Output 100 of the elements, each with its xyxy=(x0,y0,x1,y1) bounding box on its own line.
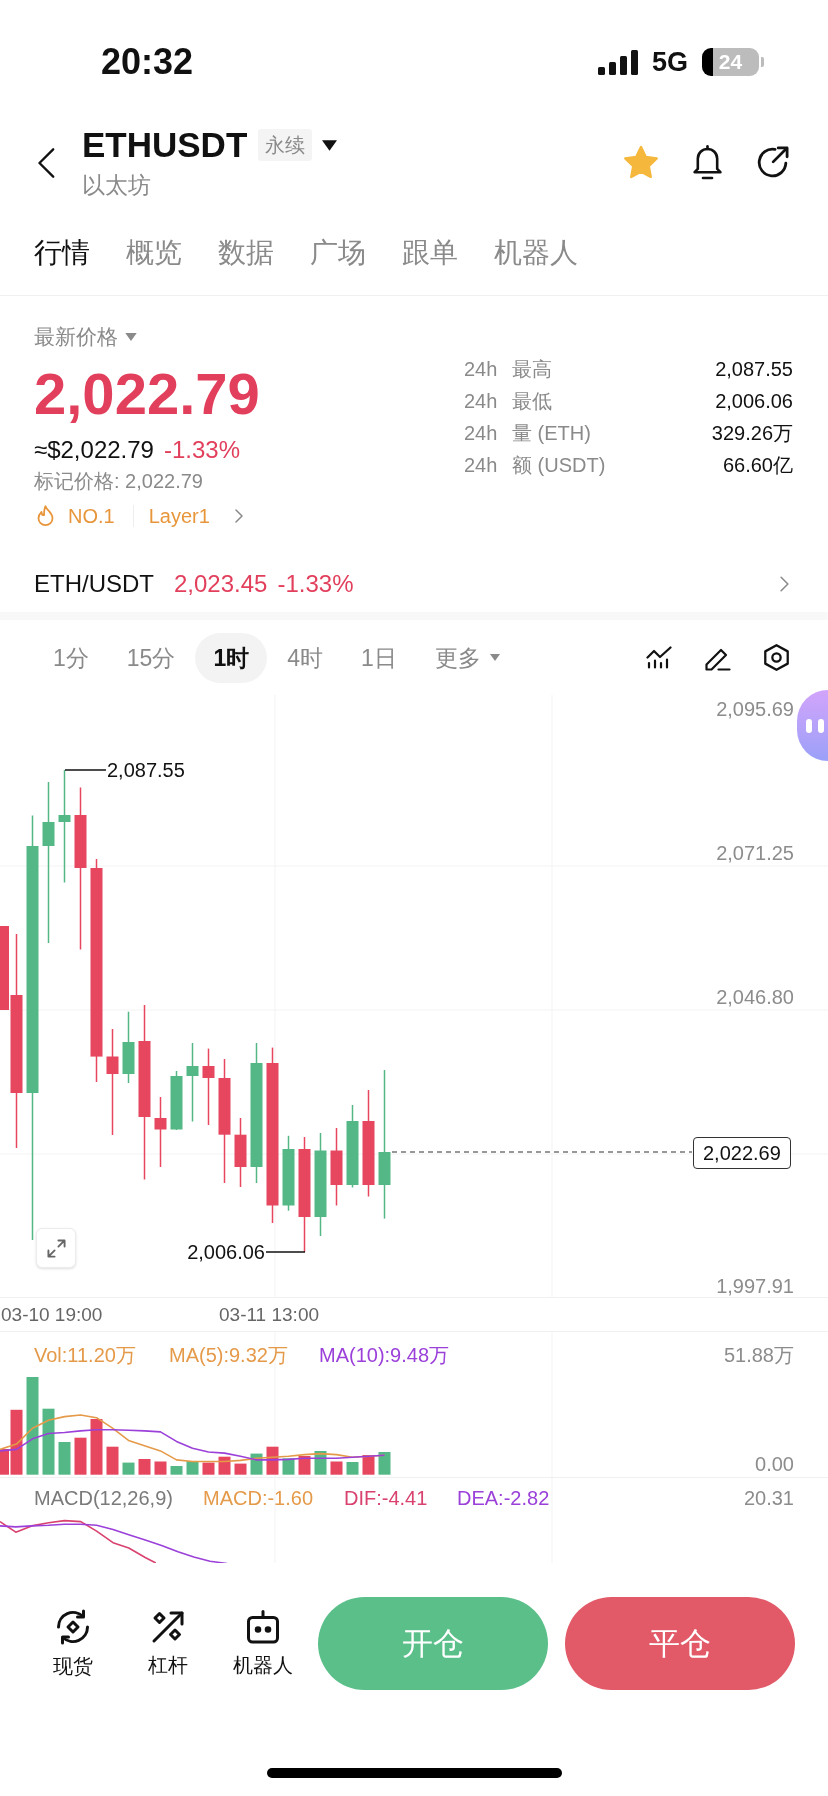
tab[interactable]: 机器人 xyxy=(494,236,578,270)
stat-period: 24h xyxy=(464,453,499,477)
leverage-nav-button[interactable]: 杠杆 xyxy=(128,1610,208,1677)
stat-label: 额 (USDT) xyxy=(512,453,606,477)
volume-bar xyxy=(218,1456,231,1475)
macd-legend: MACD:-1.60 xyxy=(203,1486,314,1510)
macd-axis-label: 20.31 xyxy=(743,1486,794,1510)
interval-tab[interactable]: 1分 xyxy=(35,632,107,683)
interval-tab[interactable]: 4时 xyxy=(269,632,341,683)
leader-line xyxy=(265,1251,306,1253)
bell-icon[interactable] xyxy=(692,145,723,180)
volume-bar xyxy=(346,1462,359,1475)
last-price: 2,022.79 xyxy=(34,363,260,425)
robot-icon xyxy=(246,1610,280,1644)
price-axis-label: 2,046.80 xyxy=(716,985,794,1009)
volume-bar xyxy=(202,1462,215,1475)
stat-label: 最低 xyxy=(512,389,552,413)
candle xyxy=(234,1117,247,1188)
volume-bar xyxy=(58,1442,71,1475)
indicator-icon[interactable] xyxy=(646,646,672,669)
contract-badge: 永续 xyxy=(258,129,313,161)
stat-value: 66.60亿 xyxy=(722,453,793,477)
spot-change: -1.33% xyxy=(277,570,354,598)
interval-tab[interactable]: 1时 xyxy=(195,632,268,683)
pair-name: 以太坊 xyxy=(82,171,151,200)
interval-tab[interactable]: 1日 xyxy=(343,632,415,683)
low-price-label: 2,006.06 xyxy=(187,1240,265,1264)
exchange-icon xyxy=(55,1609,91,1645)
time-axis-label: 03-11 13:00 xyxy=(219,1302,319,1327)
interval-tab[interactable]: 15分 xyxy=(108,632,194,683)
tab[interactable]: 广场 xyxy=(310,236,366,270)
current-price-label: 2,022.69 xyxy=(693,1137,791,1169)
volume-axis-label: 0.00 xyxy=(755,1452,794,1476)
spot-nav-button[interactable]: 现货 xyxy=(33,1609,113,1678)
volume-bar xyxy=(234,1463,247,1475)
tab[interactable]: 概览 xyxy=(126,236,182,270)
volume-bar xyxy=(282,1458,295,1475)
price-axis-label: 1,997.91 xyxy=(716,1274,794,1298)
candle xyxy=(154,1096,167,1168)
price-change: -1.33% xyxy=(163,436,240,464)
volume-axis-label: 51.88万 xyxy=(723,1343,794,1367)
stat-value: 329.26万 xyxy=(711,421,793,445)
volume-bar xyxy=(362,1455,375,1475)
spot-price: 2,023.45 xyxy=(174,570,268,598)
bot-nav-button[interactable]: 机器人 xyxy=(223,1610,303,1677)
battery-percentage: 24 xyxy=(718,50,743,74)
stat-period: 24h xyxy=(464,389,499,413)
chevron-right-icon[interactable] xyxy=(234,509,243,523)
back-icon[interactable] xyxy=(37,147,55,178)
tab[interactable]: 数据 xyxy=(218,236,274,270)
percent-arrow-icon xyxy=(151,1610,185,1644)
volume-bar xyxy=(74,1437,87,1475)
stat-period: 24h xyxy=(464,357,499,381)
expand-icon xyxy=(46,1238,66,1258)
volume-bar xyxy=(378,1452,391,1475)
more-intervals-button[interactable]: 更多 xyxy=(416,632,500,683)
share-icon[interactable] xyxy=(756,146,789,179)
usd-price: ≈$2,022.79 xyxy=(34,436,154,464)
volume-bar xyxy=(138,1459,151,1475)
volume-bar xyxy=(42,1408,55,1475)
tab[interactable]: 行情 xyxy=(34,236,90,270)
high-price-label: 2,087.55 xyxy=(107,758,185,782)
sector-tag[interactable]: Layer1 xyxy=(148,504,210,528)
volume-bar xyxy=(106,1446,119,1475)
tab[interactable]: 跟单 xyxy=(402,236,458,270)
pair-title: ETHUSDT xyxy=(82,125,248,165)
status-time: 20:32 xyxy=(101,42,194,82)
spot-pair[interactable]: ETH/USDT xyxy=(34,570,154,598)
caret-icon xyxy=(489,654,500,661)
stat-value: 2,006.06 xyxy=(715,389,793,413)
volume-bar xyxy=(170,1466,183,1475)
price-axis-label: 2,095.69 xyxy=(716,697,794,721)
close-position-button[interactable]: 平仓 xyxy=(565,1597,795,1690)
settings-icon[interactable] xyxy=(764,644,789,671)
stat-label: 最高 xyxy=(512,357,552,381)
caret-icon[interactable] xyxy=(322,139,338,151)
stat-period: 24h xyxy=(464,421,499,445)
volume-bar xyxy=(90,1419,103,1475)
volume-bar xyxy=(122,1462,135,1475)
stat-value: 2,087.55 xyxy=(715,357,793,381)
macd-legend: DEA:-2.82 xyxy=(457,1486,550,1510)
star-icon[interactable] xyxy=(623,145,659,180)
macd-legend: DIF:-4.41 xyxy=(344,1486,428,1510)
network-type: 5G xyxy=(651,47,688,77)
stat-label: 量 (ETH) xyxy=(512,421,591,445)
macd-legend: MACD(12,26,9) xyxy=(34,1486,173,1510)
flame-icon xyxy=(36,505,55,527)
price-type-label: 最新价格 xyxy=(34,324,118,350)
mark-price: 标记价格: 2,022.79 xyxy=(34,469,203,493)
rank-tag[interactable]: NO.1 xyxy=(68,504,115,528)
open-position-button[interactable]: 开仓 xyxy=(318,1597,548,1690)
signal-icon xyxy=(597,49,638,75)
expand-button[interactable] xyxy=(36,1228,76,1268)
chevron-right-icon[interactable] xyxy=(780,576,789,592)
volume-legend: Vol:11.20万 xyxy=(34,1343,136,1367)
time-axis-label: 03-10 19:00 xyxy=(1,1302,103,1327)
volume-legend: MA(5):9.32万 xyxy=(169,1343,288,1367)
volume-bar xyxy=(330,1461,343,1475)
leader-line xyxy=(64,769,107,771)
price-axis-label: 2,071.25 xyxy=(716,841,794,865)
